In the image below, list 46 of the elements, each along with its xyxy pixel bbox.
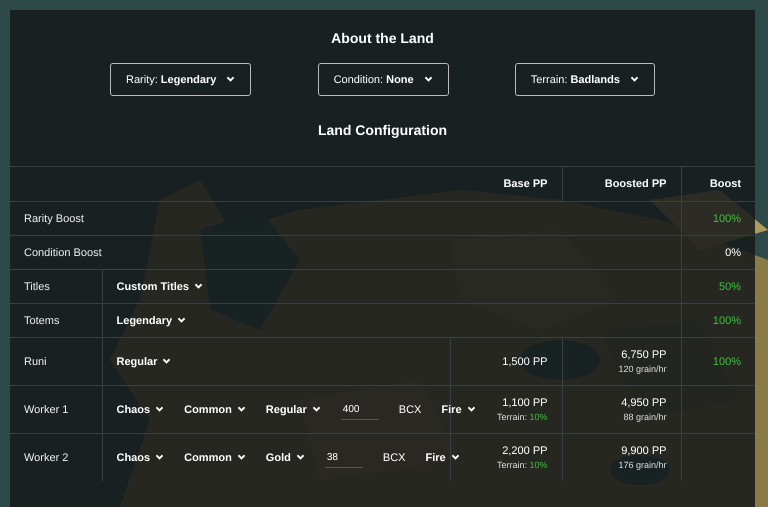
boosted-pp: 9,900 PP (621, 445, 666, 457)
select-dropdown[interactable]: Regular (116, 356, 172, 368)
base-pp: 2,200 PP (502, 445, 548, 457)
boost-value: 0% (681, 236, 755, 270)
select-dropdown[interactable]: Legendary (116, 314, 186, 326)
boost-value: 100% (712, 356, 741, 368)
dropdown-button[interactable]: Rarity: Legendary (110, 63, 252, 96)
grain-rate: 88 grain/hr (623, 412, 666, 422)
select-dropdown[interactable]: Gold (266, 452, 305, 464)
boosted-pp: 6,750 PP (621, 349, 666, 361)
boost-value: 100% (681, 304, 755, 338)
select-dropdown[interactable]: Custom Titles (116, 280, 204, 292)
boosted-pp: 4,950 PP (621, 397, 666, 409)
select-dropdown[interactable]: Fire (425, 452, 460, 464)
terrain-bonus: Terrain: 10% (496, 412, 548, 422)
dropdown-button[interactable]: Condition: None (318, 63, 449, 96)
row-label: Titles (10, 270, 102, 304)
amount-field[interactable]: 38 (324, 448, 363, 468)
grain-rate: 176 grain/hr (618, 460, 666, 470)
base-pp: 1,100 PP (502, 397, 548, 409)
boost-value: 100% (681, 202, 755, 236)
select-dropdown[interactable]: Chaos (116, 452, 164, 464)
row-label: Condition Boost (10, 236, 681, 270)
row-label: Runi (10, 338, 102, 386)
select-dropdown[interactable]: Fire (441, 404, 476, 416)
section-title: Land Configuration (316, 121, 448, 138)
terrain-bonus: Terrain: 10% (496, 460, 548, 470)
dropdown-button[interactable]: Terrain: Badlands (514, 63, 655, 96)
row-label: Totems (10, 304, 102, 338)
amount-field[interactable]: 400 (340, 400, 379, 420)
column-header: Boosted PP (562, 166, 681, 202)
row-label: Rarity Boost (10, 202, 681, 236)
section-title: About the Land (330, 29, 435, 46)
column-header: Base PP (450, 166, 562, 202)
select-dropdown[interactable]: Regular (266, 404, 321, 416)
row-label: Worker 2 (10, 434, 102, 481)
grain-rate: 120 grain/hr (618, 364, 666, 374)
column-header: Boost (681, 166, 755, 202)
select-dropdown[interactable]: Chaos (116, 404, 164, 416)
select-dropdown[interactable]: Common (184, 404, 246, 416)
unit-label: BCX (382, 452, 406, 464)
select-dropdown[interactable]: Common (184, 452, 246, 464)
row-label: Worker 1 (10, 386, 102, 434)
boost-value: 50% (681, 270, 755, 304)
unit-label: BCX (398, 404, 422, 416)
base-pp: 1,500 PP (502, 356, 548, 368)
